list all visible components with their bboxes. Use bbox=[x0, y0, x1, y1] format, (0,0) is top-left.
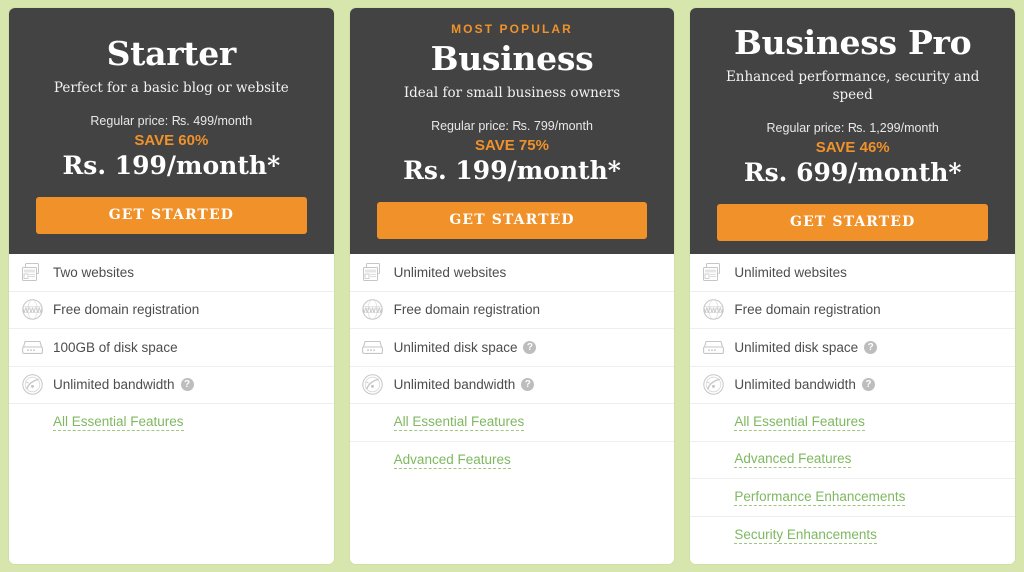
www-globe-icon: WWW bbox=[19, 298, 45, 322]
regular-price: Regular price: ₨. 799/month bbox=[431, 119, 593, 133]
plan-name: Business Pro bbox=[734, 23, 972, 62]
websites-icon bbox=[360, 260, 386, 284]
svg-text:WWW: WWW bbox=[362, 306, 383, 315]
plan-card-business: MOST POPULAR Business Ideal for small bu… bbox=[348, 7, 676, 565]
regular-price: Regular price: ₨. 499/month bbox=[90, 114, 253, 128]
feature-row: WWW Free domain registration bbox=[349, 292, 675, 329]
feature-label: Unlimited bandwidth bbox=[53, 377, 175, 393]
bandwidth-gauge-icon bbox=[19, 373, 45, 397]
feature-label: Unlimited websites bbox=[734, 264, 847, 280]
websites-icon bbox=[19, 260, 45, 284]
get-started-button[interactable]: GET STARTED bbox=[36, 197, 307, 234]
feature-row: Unlimited bandwidth? bbox=[690, 367, 1016, 404]
feature-link-row: Advanced Features bbox=[690, 442, 1016, 479]
feature-link-row: All Essential Features bbox=[9, 404, 334, 442]
bandwidth-gauge-icon bbox=[700, 373, 726, 397]
most-popular-badge: MOST POPULAR bbox=[451, 22, 573, 36]
feature-row: Unlimited websites bbox=[349, 254, 675, 292]
feature-row: WWW Free domain registration bbox=[9, 292, 334, 329]
plan-card-header: MOST POPULAR Business Ideal for small bu… bbox=[349, 8, 675, 254]
feature-link-row: Performance Enhancements bbox=[690, 479, 1016, 517]
feature-label: Unlimited bandwidth bbox=[734, 377, 856, 393]
feature-row: WWW Free domain registration bbox=[690, 292, 1016, 329]
feature-label: Unlimited websites bbox=[393, 264, 507, 280]
regular-price: Regular price: ₨. 1,299/month bbox=[766, 121, 939, 135]
feature-link[interactable]: Advanced Features bbox=[734, 451, 852, 469]
feature-link[interactable]: All Essential Features bbox=[393, 414, 525, 431]
feature-label: Unlimited disk space bbox=[393, 339, 518, 355]
svg-text:WWW: WWW bbox=[22, 306, 43, 315]
save-badge: SAVE 46% bbox=[815, 139, 890, 156]
save-badge: SAVE 60% bbox=[134, 132, 209, 149]
feature-row: Unlimited bandwidth? bbox=[349, 367, 675, 404]
card-filler bbox=[690, 559, 1016, 564]
current-price: Rs. 199/month* bbox=[403, 156, 621, 185]
plan-tagline: Perfect for a basic blog or website bbox=[53, 80, 289, 96]
plan-tagline: Enhanced performance, security and speed bbox=[725, 69, 980, 103]
www-globe-icon: WWW bbox=[700, 298, 726, 322]
feature-list: Two websites WWW Free domain registration 1… bbox=[9, 254, 334, 503]
disk-drive-icon bbox=[700, 335, 726, 359]
feature-row: Unlimited websites bbox=[690, 254, 1016, 292]
feature-row: Unlimited disk space? bbox=[349, 329, 675, 367]
feature-row: Unlimited disk space? bbox=[690, 329, 1016, 367]
help-tooltip-icon[interactable]: ? bbox=[523, 340, 537, 354]
disk-drive-icon bbox=[360, 335, 386, 359]
current-price: Rs. 199/month* bbox=[62, 151, 281, 180]
feature-label: Free domain registration bbox=[734, 302, 881, 318]
help-tooltip-icon[interactable]: ? bbox=[861, 378, 875, 392]
card-filler bbox=[349, 521, 675, 564]
plan-name: Starter bbox=[106, 34, 237, 73]
save-badge: SAVE 75% bbox=[475, 137, 549, 154]
feature-link-row: All Essential Features bbox=[690, 404, 1016, 442]
help-tooltip-icon[interactable]: ? bbox=[180, 378, 194, 392]
feature-link-row: All Essential Features bbox=[349, 404, 675, 442]
feature-label: Free domain registration bbox=[393, 302, 540, 318]
feature-label: Unlimited bandwidth bbox=[393, 377, 516, 393]
card-filler bbox=[9, 502, 334, 564]
feature-label: 100GB of disk space bbox=[53, 339, 178, 355]
feature-label: Two websites bbox=[53, 264, 135, 280]
feature-row: Two websites bbox=[9, 254, 334, 292]
bandwidth-gauge-icon bbox=[360, 373, 386, 397]
plan-tagline: Ideal for small business owners bbox=[403, 85, 621, 101]
websites-icon bbox=[700, 260, 726, 284]
feature-link-row: Security Enhancements bbox=[690, 517, 1015, 555]
plan-name: Business bbox=[430, 39, 594, 78]
feature-link[interactable]: Advanced Features bbox=[393, 452, 511, 469]
feature-label: Unlimited disk space bbox=[734, 339, 859, 355]
svg-text:WWW: WWW bbox=[703, 306, 724, 315]
feature-list: Unlimited websites WWW Free domain registr… bbox=[690, 254, 1016, 559]
feature-link[interactable]: Security Enhancements bbox=[734, 527, 877, 544]
feature-link[interactable]: All Essential Features bbox=[734, 414, 865, 431]
current-price: Rs. 699/month* bbox=[743, 158, 962, 187]
plan-card-header: Business Pro Enhanced performance, secur… bbox=[690, 8, 1016, 254]
feature-link-row: Advanced Features bbox=[350, 442, 675, 480]
help-tooltip-icon[interactable]: ? bbox=[521, 378, 535, 392]
get-started-button[interactable]: GET STARTED bbox=[376, 202, 648, 239]
feature-row: Unlimited bandwidth? bbox=[9, 367, 334, 404]
disk-drive-icon bbox=[19, 335, 45, 359]
feature-label: Free domain registration bbox=[53, 302, 200, 318]
feature-row: 100GB of disk space bbox=[9, 329, 334, 367]
get-started-button[interactable]: GET STARTED bbox=[717, 204, 989, 241]
feature-link[interactable]: All Essential Features bbox=[53, 414, 184, 432]
feature-link[interactable]: Performance Enhancements bbox=[734, 489, 906, 506]
pricing-plans-grid: Starter Perfect for a basic blog or webs… bbox=[0, 0, 1024, 572]
plan-card-starter: Starter Perfect for a basic blog or webs… bbox=[8, 7, 335, 565]
www-globe-icon: WWW bbox=[360, 298, 386, 322]
help-tooltip-icon[interactable]: ? bbox=[864, 340, 878, 354]
plan-card-header: Starter Perfect for a basic blog or webs… bbox=[8, 8, 334, 254]
plan-card-business-pro: Business Pro Enhanced performance, secur… bbox=[689, 7, 1017, 565]
feature-list: Unlimited websites WWW Free domain registr… bbox=[349, 254, 675, 522]
